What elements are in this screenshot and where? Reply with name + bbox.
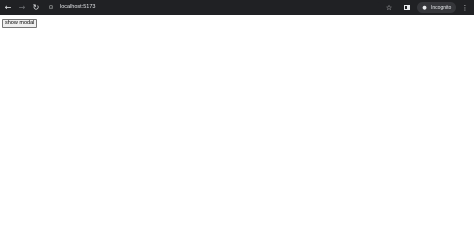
browser-toolbar: ← → ↻ ⊙ localhost:5173 ☆ ● Incognito ⋮ (0, 0, 474, 15)
address-bar[interactable]: ⊙ localhost:5173 (45, 2, 382, 13)
side-panel-icon[interactable] (402, 0, 412, 15)
more-vert-icon[interactable]: ⋮ (460, 0, 470, 15)
star-icon[interactable]: ☆ (384, 0, 394, 15)
incognito-label: Incognito (431, 4, 452, 11)
arrow-left-icon[interactable]: ← (3, 0, 13, 15)
url-text[interactable]: localhost:5173 (60, 2, 95, 13)
site-info-icon[interactable]: ⊙ (45, 2, 57, 13)
reload-icon[interactable]: ↻ (31, 0, 41, 15)
page-content: show modal (0, 15, 474, 248)
incognito-icon: ● (422, 4, 427, 11)
arrow-right-icon[interactable]: → (17, 0, 27, 15)
incognito-chip[interactable]: ● Incognito (417, 2, 456, 13)
show-modal-button[interactable]: show modal (2, 19, 38, 28)
